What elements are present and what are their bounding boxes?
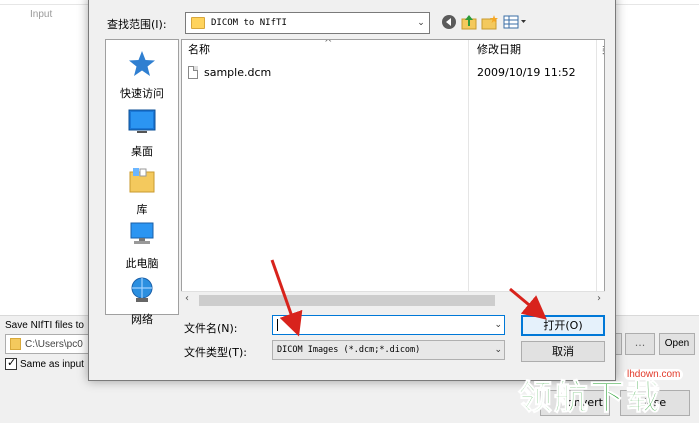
folder-icon xyxy=(10,338,21,350)
horizontal-scrollbar[interactable]: ‹ › xyxy=(181,291,605,308)
chevron-down-icon[interactable]: ⌄ xyxy=(494,341,502,359)
watermark-url: lhdown.com xyxy=(624,369,684,380)
open-output-button[interactable]: Open xyxy=(659,333,695,355)
column-header-name[interactable]: 名称 xyxy=(188,40,210,60)
file-type-value: DICOM Images (*.dcm;*.dicom) xyxy=(277,345,421,355)
text-caret xyxy=(277,319,278,331)
sort-ascending-icon: ^ xyxy=(324,39,333,49)
chevron-down-icon[interactable]: ⌄ xyxy=(494,316,502,334)
desktop-icon xyxy=(128,109,156,133)
column-header-type-partial[interactable]: 类 xyxy=(602,40,604,60)
file-type-label: 文件类型(T): xyxy=(184,346,248,359)
file-type-partial: D xyxy=(603,66,604,79)
column-divider xyxy=(596,40,597,306)
navigation-toolbar xyxy=(441,14,527,30)
places-bar: 快速访问 桌面 库 此电脑 网络 xyxy=(105,39,179,326)
network-icon xyxy=(131,277,153,302)
place-network[interactable]: 网络 xyxy=(106,276,178,327)
place-quick-access[interactable]: 快速访问 xyxy=(106,50,178,101)
scroll-left-icon[interactable]: ‹ xyxy=(185,293,189,304)
view-menu-icon[interactable] xyxy=(503,14,527,30)
file-list[interactable]: 名称 ^ 修改日期 类 sample.dcm 2009/10/19 11:52 … xyxy=(181,39,605,307)
column-divider xyxy=(468,40,469,306)
input-label: Input xyxy=(30,9,53,20)
file-name-label: 文件名(N): xyxy=(184,322,238,335)
checkbox-checked-icon[interactable] xyxy=(5,356,17,370)
back-icon[interactable] xyxy=(441,14,457,30)
save-to-label: Save NIfTI files to xyxy=(5,320,84,331)
this-pc-icon xyxy=(130,222,154,244)
chevron-down-icon[interactable]: ⌄ xyxy=(413,13,429,33)
new-folder-icon[interactable] xyxy=(481,14,499,30)
scroll-right-icon[interactable]: › xyxy=(597,293,601,304)
open-file-dialog: 查找范围(I): DICOM to NIfTI ⌄ 快速访问 桌面 库 此电脑 … xyxy=(88,0,616,381)
place-library[interactable]: 库 xyxy=(106,166,178,217)
place-this-pc[interactable]: 此电脑 xyxy=(106,220,178,271)
same-as-input-label: Same as input xyxy=(20,358,84,370)
place-label: 库 xyxy=(136,203,148,216)
file-name: sample.dcm xyxy=(204,65,272,79)
folder-icon xyxy=(191,17,205,29)
document-icon xyxy=(188,65,198,79)
place-label: 网络 xyxy=(131,313,153,326)
quick-access-star-icon xyxy=(129,51,155,76)
look-in-value: DICOM to NIfTI xyxy=(211,18,287,28)
cancel-button[interactable]: 取消 xyxy=(521,341,605,362)
file-type-dropdown[interactable]: DICOM Images (*.dcm;*.dicom) ⌄ xyxy=(272,340,505,360)
look-in-label: 查找范围(I): xyxy=(107,18,167,31)
file-name-input[interactable]: ⌄ xyxy=(272,315,505,335)
place-desktop[interactable]: 桌面 xyxy=(106,108,178,159)
look-in-row: 查找范围(I): DICOM to NIfTI ⌄ xyxy=(89,11,615,35)
column-header-modified[interactable]: 修改日期 xyxy=(477,40,521,60)
browse-dots-button[interactable]: ... xyxy=(625,333,655,355)
open-button[interactable]: 打开(O) xyxy=(521,315,605,336)
library-icon xyxy=(129,168,155,193)
scrollbar-thumb[interactable] xyxy=(199,295,495,306)
file-row[interactable]: sample.dcm xyxy=(188,63,271,81)
output-path-text: C:\Users\pc0 xyxy=(25,338,83,350)
same-as-input-checkbox[interactable]: Same as input xyxy=(5,356,84,370)
place-label: 桌面 xyxy=(131,145,153,158)
output-path-field[interactable]: C:\Users\pc0 xyxy=(5,334,91,354)
file-modified-date: 2009/10/19 11:52 xyxy=(477,66,576,79)
up-folder-icon[interactable] xyxy=(461,14,477,30)
place-label: 此电脑 xyxy=(125,257,159,270)
look-in-dropdown[interactable]: DICOM to NIfTI ⌄ xyxy=(185,12,430,34)
place-label: 快速访问 xyxy=(120,87,164,100)
